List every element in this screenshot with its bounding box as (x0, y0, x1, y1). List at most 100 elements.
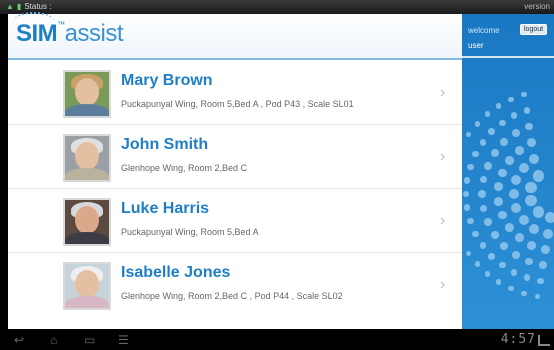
patient-name: John Smith (121, 136, 209, 153)
decor-dot (525, 195, 537, 207)
decor-dot (472, 150, 479, 158)
decor-dot (478, 190, 486, 198)
decor-dot (523, 107, 531, 114)
decor-dot (509, 189, 519, 199)
status-bar: ▲ ▮ Status : version (0, 0, 554, 14)
sidebar-divider (462, 56, 554, 58)
patient-location: Puckapunyal Wing, Room 5,Bed A , Pod P43… (121, 99, 354, 109)
decor-dot (462, 190, 470, 198)
decor-dot (508, 285, 514, 292)
decor-dot (514, 145, 524, 155)
decor-dot (542, 228, 553, 239)
logo-sub-text: assist (64, 20, 124, 47)
decor-dot (511, 251, 520, 259)
decor-dot (490, 231, 499, 239)
status-label: Status : (24, 2, 52, 11)
decor-dot (490, 149, 499, 157)
decor-dot (510, 112, 518, 119)
patient-location: Glenhope Wing, Room 2,Bed C (121, 163, 248, 173)
decor-dot (474, 261, 480, 267)
decor-dot (479, 175, 488, 184)
patient-location: Glenhope Wing, Room 2,Bed C , Pod P44 , … (121, 291, 343, 301)
patient-row[interactable]: John Smith Glenhope Wing, Room 2,Bed C › (8, 124, 462, 189)
welcome-label: welcome (468, 26, 500, 35)
decor-dot (518, 163, 529, 174)
decor-dot (508, 96, 514, 103)
decor-dot (540, 244, 550, 254)
logout-button[interactable]: logout (520, 24, 548, 35)
decor-dot (532, 206, 544, 218)
menu-icon[interactable]: ☰ (118, 333, 129, 347)
decor-dot (511, 202, 522, 213)
decor-dot (536, 277, 544, 285)
decor-dot (465, 250, 472, 256)
system-navbar: ↩ ⌂ ▭ ☰ 4:57 (0, 329, 554, 350)
clock: 4:57 (500, 332, 536, 347)
decor-dot (465, 132, 472, 138)
back-icon[interactable]: ↩ (14, 333, 24, 347)
decor-dot (521, 290, 527, 297)
recent-apps-icon[interactable]: ▭ (84, 333, 95, 347)
decor-dot (474, 121, 480, 127)
decor-dot (497, 210, 507, 220)
decor-dot (467, 217, 474, 225)
decor-dot (524, 122, 533, 131)
decor-dot (497, 168, 507, 178)
decor-dot (532, 170, 544, 182)
decor-dot (472, 230, 479, 238)
decor-dot (523, 274, 531, 281)
decor-dot (500, 138, 509, 146)
patient-name: Luke Harris (121, 200, 210, 217)
decor-dot (467, 163, 474, 171)
decor-dot (538, 261, 547, 269)
decor-dot (479, 242, 487, 249)
signal-icon (538, 335, 550, 346)
decor-dot (498, 119, 506, 127)
decor-dot (521, 91, 527, 98)
decor-dot (525, 181, 537, 193)
decor-dot (504, 223, 514, 232)
decor-dot (504, 156, 514, 165)
decor-dot (483, 218, 492, 227)
simassist-logo: SIM™assist (14, 12, 124, 48)
decor-dot (498, 261, 506, 269)
logo-trademark: ™ (57, 20, 65, 29)
chevron-right-icon: › (440, 84, 446, 101)
decor-dot (484, 271, 491, 277)
patient-row[interactable]: Isabelle Jones Glenhope Wing, Room 2,Bed… (8, 252, 462, 316)
decor-dot (527, 138, 536, 148)
decor-dot (510, 269, 518, 276)
decor-dot (500, 242, 509, 250)
decor-dot (463, 204, 471, 212)
patient-row[interactable]: Luke Harris Puckapunyal Wing, Room 5,Bed… (8, 188, 462, 253)
patient-avatar (63, 134, 111, 182)
decor-dot (495, 279, 502, 285)
decor-dot (529, 154, 540, 165)
decor-dot (535, 294, 541, 300)
patient-name: Mary Brown (121, 72, 213, 89)
sidebar-panel: welcome user logout (462, 14, 554, 329)
decor-dot (488, 252, 496, 260)
patient-row[interactable]: Mary Brown Puckapunyal Wing, Room 5,Bed … (8, 60, 462, 125)
decor-dot (484, 111, 491, 117)
app-window: SIM™assist Mary Brown Puckapunyal Wing, … (8, 12, 554, 329)
decor-dot (511, 175, 522, 186)
logo-halo-icon (14, 12, 54, 30)
decor-dot (494, 182, 503, 192)
status-left: ▲ ▮ Status : (6, 2, 51, 11)
username-label: user (468, 41, 484, 50)
notification-icon: ▮ (16, 2, 22, 11)
patient-avatar (63, 198, 111, 246)
decor-dot (479, 138, 487, 146)
version-label: version (524, 2, 550, 11)
chevron-right-icon: › (440, 148, 446, 165)
chevron-right-icon: › (440, 212, 446, 229)
home-icon[interactable]: ⌂ (50, 333, 57, 347)
decor-dot (529, 223, 540, 234)
decor-dot (483, 161, 492, 170)
decor-dot (494, 196, 503, 206)
decor-dot (488, 128, 496, 136)
patient-name: Isabelle Jones (121, 264, 231, 281)
wifi-icon: ▲ (6, 2, 14, 11)
decor-dot (527, 240, 536, 250)
